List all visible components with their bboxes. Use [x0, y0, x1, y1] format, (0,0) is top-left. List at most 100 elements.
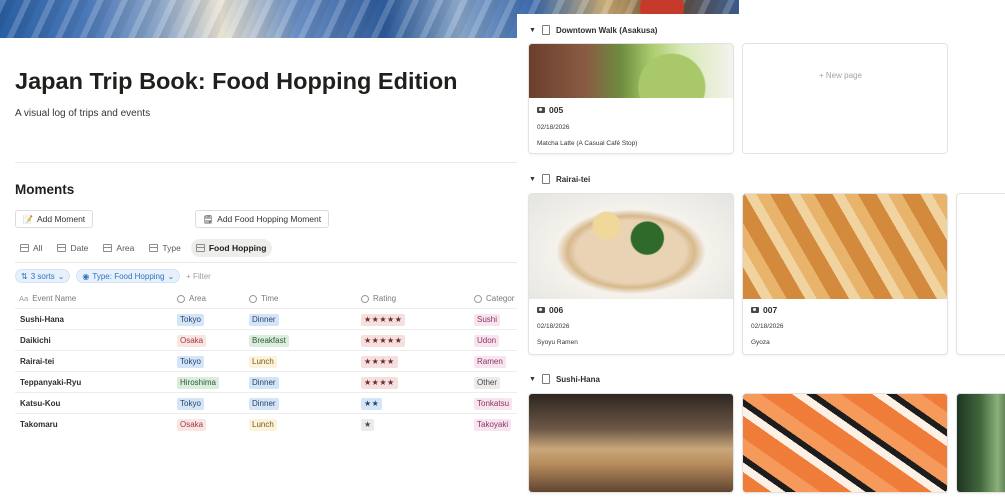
area-tag[interactable]: Tokyo — [177, 398, 204, 410]
gallery-card[interactable]: 005 02/18/2026 Matcha Latte (A Casual Ca… — [528, 43, 734, 154]
board-view: ▼ Downtown Walk (Asakusa) 005 02/18/2026… — [517, 14, 1005, 502]
section-title[interactable]: Moments — [15, 182, 74, 197]
event-name-cell[interactable]: Katsu-Kou — [20, 399, 60, 408]
category-tag[interactable]: Takoyaki — [474, 419, 512, 431]
chevron-down-icon: ⌄ — [167, 271, 175, 281]
new-page-button[interactable]: + New page — [819, 71, 862, 80]
group-header-downtown-walk[interactable]: ▼ Downtown Walk (Asakusa) — [529, 25, 657, 35]
add-filter-button[interactable]: + Filter — [186, 272, 211, 281]
time-tag[interactable]: Lunch — [249, 419, 277, 431]
column-header-time[interactable]: Time — [249, 294, 278, 303]
tab-all[interactable]: All — [15, 239, 48, 257]
category-tag[interactable]: Other — [474, 377, 501, 389]
card-cover-image — [743, 394, 947, 492]
area-tag[interactable]: Tokyo — [177, 314, 204, 326]
page-title[interactable]: Japan Trip Book: Food Hopping Edition — [15, 68, 458, 95]
gallery-card[interactable] — [742, 393, 948, 493]
event-name-cell[interactable]: Sushi-Hana — [20, 315, 64, 324]
page-icon — [541, 174, 550, 184]
select-property-icon — [249, 294, 257, 303]
group-header-rairai-tei[interactable]: ▼ Rairai-tei — [529, 174, 590, 184]
page-emoji-icon: 🗒 — [203, 214, 214, 224]
table-icon — [103, 244, 113, 252]
category-tag[interactable]: Sushi — [474, 314, 501, 326]
table-icon — [195, 244, 205, 252]
column-header-category[interactable]: Categor — [474, 294, 514, 303]
select-property-icon — [361, 294, 369, 303]
time-tag[interactable]: Lunch — [249, 356, 277, 368]
page-emoji-icon: 📝 — [23, 214, 33, 224]
sorts-chip[interactable]: ⇅ 3 sorts ⌄ — [15, 269, 71, 283]
card-cover-image — [529, 194, 733, 299]
event-name-cell[interactable]: Teppanyaki-Ryu — [20, 378, 81, 387]
rating-tag[interactable]: ★★★★★ — [361, 314, 406, 326]
area-tag[interactable]: Tokyo — [177, 356, 204, 368]
collapse-triangle-icon[interactable]: ▼ — [529, 27, 536, 34]
category-tag[interactable]: Udon — [474, 335, 500, 347]
rating-tag[interactable]: ★★ — [361, 398, 383, 410]
table-row[interactable]: Rairai-tei Tokyo Lunch ★★★★ Ramen — [15, 350, 517, 371]
card-description: Syoyu Ramen — [537, 339, 578, 346]
event-name-cell[interactable]: Daikichi — [20, 336, 51, 345]
camera-icon — [751, 307, 759, 313]
column-header-rating[interactable]: Rating — [361, 294, 396, 303]
time-tag[interactable]: Dinner — [249, 398, 279, 410]
card-cover-image — [529, 44, 733, 98]
area-tag[interactable]: Osaka — [177, 335, 207, 347]
time-tag[interactable]: Dinner — [249, 377, 279, 389]
area-tag[interactable]: Hiroshima — [177, 377, 220, 389]
table-header: Aa Event Name Area Time Rating Categor — [15, 290, 517, 308]
card-date: 02/18/2026 — [751, 323, 784, 330]
chevron-down-icon: ⌄ — [57, 271, 65, 281]
column-header-area[interactable]: Area — [177, 294, 206, 303]
category-tag[interactable]: Tonkatsu — [474, 398, 513, 410]
tab-food-hopping[interactable]: Food Hopping — [190, 239, 273, 257]
event-name-cell[interactable]: Rairai-tei — [20, 357, 54, 366]
column-header-event-name[interactable]: Aa Event Name — [19, 294, 76, 303]
collapse-triangle-icon[interactable]: ▼ — [529, 376, 536, 383]
table-row[interactable]: Sushi-Hana Tokyo Dinner ★★★★★ Sushi — [15, 308, 517, 329]
camera-icon — [537, 107, 545, 113]
gallery-card-partial[interactable] — [956, 193, 1005, 355]
tab-area[interactable]: Area — [98, 239, 140, 257]
card-cover-image — [957, 394, 1005, 492]
add-moment-button[interactable]: 📝 Add Moment — [15, 210, 94, 228]
gallery-card-partial[interactable] — [956, 393, 1005, 493]
rating-tag[interactable]: ★★★★ — [361, 356, 398, 368]
table-row[interactable]: Teppanyaki-Ryu Hiroshima Dinner ★★★★ Oth… — [15, 371, 517, 392]
page-main: Japan Trip Book: Food Hopping Edition A … — [0, 38, 517, 502]
select-property-icon — [474, 294, 482, 303]
time-tag[interactable]: Breakfast — [249, 335, 289, 347]
event-name-cell[interactable]: Takomaru — [20, 420, 58, 429]
card-date: 02/18/2026 — [537, 124, 570, 131]
category-tag[interactable]: Ramen — [474, 356, 506, 368]
rating-tag[interactable]: ★★★★★ — [361, 335, 406, 347]
page-description[interactable]: A visual log of trips and events — [15, 108, 150, 119]
gallery-card[interactable] — [528, 393, 734, 493]
gallery-card[interactable]: 006 02/18/2026 Syoyu Ramen — [528, 193, 734, 355]
new-page-card[interactable]: + New page — [742, 43, 948, 154]
card-title: 007 — [751, 305, 777, 315]
table-icon — [57, 244, 67, 252]
rating-tag[interactable]: ★ — [361, 419, 375, 431]
type-filter-chip[interactable]: ◉ Type: Food Hopping ⌄ — [76, 269, 181, 283]
collapse-triangle-icon[interactable]: ▼ — [529, 176, 536, 183]
gallery-card[interactable]: 007 02/18/2026 Gyoza — [742, 193, 948, 355]
card-title: 005 — [537, 105, 563, 115]
add-food-moment-button[interactable]: 🗒 Add Food Hopping Moment — [195, 210, 330, 228]
group-header-sushi-hana[interactable]: ▼ Sushi-Hana — [529, 374, 600, 384]
rating-tag[interactable]: ★★★★ — [361, 377, 398, 389]
select-property-icon — [177, 294, 185, 303]
tab-date[interactable]: Date — [52, 239, 94, 257]
time-tag[interactable]: Dinner — [249, 314, 279, 326]
table-row[interactable]: Katsu-Kou Tokyo Dinner ★★ Tonkatsu — [15, 392, 517, 413]
card-cover-image — [529, 394, 733, 492]
table-icon — [149, 244, 159, 252]
table-row[interactable]: Daikichi Osaka Breakfast ★★★★★ Udon — [15, 329, 517, 350]
table-row[interactable]: Takomaru Osaka Lunch ★ Takoyaki — [15, 413, 517, 434]
view-tabs: All Date Area Type Food Hopping — [15, 239, 276, 257]
tab-type[interactable]: Type — [144, 239, 186, 257]
area-tag[interactable]: Osaka — [177, 419, 207, 431]
card-title: 006 — [537, 305, 563, 315]
card-date: 02/18/2026 — [537, 323, 570, 330]
